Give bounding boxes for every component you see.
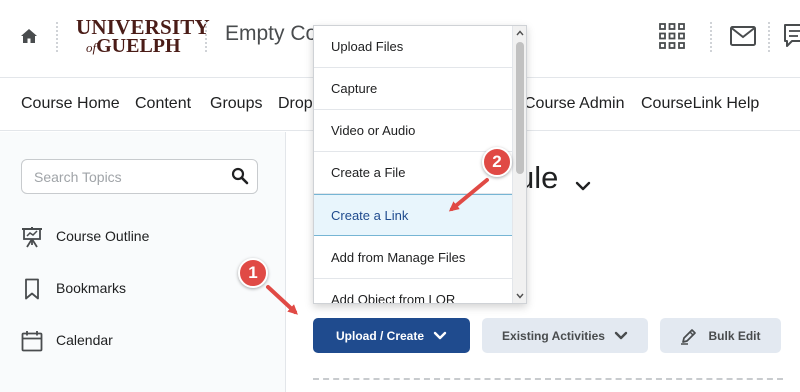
upload-create-label: Upload / Create bbox=[335, 328, 425, 343]
menu-scrollbar[interactable] bbox=[512, 26, 526, 303]
presentation-board-icon bbox=[22, 227, 42, 248]
calendar-icon bbox=[21, 331, 43, 352]
scroll-down-arrow-icon[interactable] bbox=[516, 293, 524, 299]
nav-item-groups[interactable]: Groups bbox=[210, 95, 262, 113]
app-grid-icon[interactable] bbox=[658, 22, 686, 50]
search-icon[interactable] bbox=[231, 167, 249, 185]
chat-icon[interactable] bbox=[782, 22, 800, 50]
header-divider bbox=[710, 22, 712, 52]
sidebar-item-label: Bookmarks bbox=[56, 280, 127, 296]
annotation-step-1: 1 bbox=[238, 258, 268, 288]
scroll-up-arrow-icon[interactable] bbox=[516, 30, 524, 36]
bulk-edit-button[interactable]: Bulk Edit bbox=[660, 318, 781, 353]
pencil-edit-icon bbox=[681, 328, 697, 345]
search-placeholder: Search Topics bbox=[34, 169, 122, 185]
existing-activities-label: Existing Activities bbox=[502, 328, 605, 343]
mail-icon[interactable] bbox=[729, 24, 757, 48]
bookmark-icon bbox=[25, 278, 39, 300]
bulk-edit-label: Bulk Edit bbox=[708, 328, 761, 343]
sidebar-item-label: Course Outline bbox=[56, 228, 150, 244]
nav-item-courselink-help[interactable]: CourseLink Help bbox=[641, 95, 759, 113]
annotation-step-2: 2 bbox=[482, 147, 512, 177]
course-title[interactable]: Empty Co bbox=[225, 22, 317, 46]
nav-item-course-home[interactable]: Course Home bbox=[21, 95, 120, 113]
sidebar-item-label: Calendar bbox=[56, 332, 113, 348]
upload-create-button[interactable]: Upload / Create bbox=[313, 318, 470, 353]
nav-item-course-admin[interactable]: Course Admin bbox=[524, 95, 625, 113]
search-topics-field[interactable]: Search Topics bbox=[21, 159, 258, 194]
menu-item-capture[interactable]: Capture bbox=[314, 68, 512, 110]
nav-item-content[interactable]: Content bbox=[135, 95, 191, 113]
logo-text-guelph-word: GUELPH bbox=[96, 35, 181, 57]
content-drop-zone[interactable] bbox=[313, 378, 783, 392]
chevron-down-icon bbox=[433, 331, 447, 339]
chevron-down-icon bbox=[614, 331, 628, 339]
nav-item-dropbox[interactable]: Drop bbox=[278, 95, 313, 113]
header-divider bbox=[768, 22, 770, 52]
university-logo[interactable]: UNIVERSITY ofGUELPH bbox=[76, 16, 210, 58]
header-divider bbox=[205, 22, 207, 52]
logo-text-guelph: ofGUELPH bbox=[86, 36, 181, 58]
header-divider bbox=[56, 22, 58, 52]
logo-text-of: of bbox=[86, 40, 97, 55]
menu-item-add-object-from-lor[interactable]: Add Object from LOR bbox=[314, 279, 512, 303]
chevron-down-icon[interactable] bbox=[575, 180, 591, 192]
menu-item-add-from-manage-files[interactable]: Add from Manage Files bbox=[314, 237, 512, 279]
menu-item-video-or-audio[interactable]: Video or Audio bbox=[314, 110, 512, 152]
scrollbar-thumb[interactable] bbox=[516, 42, 524, 174]
menu-item-create-a-link[interactable]: Create a Link bbox=[314, 194, 512, 236]
home-icon[interactable] bbox=[20, 27, 38, 45]
menu-item-upload-files[interactable]: Upload Files bbox=[314, 26, 512, 68]
existing-activities-button[interactable]: Existing Activities bbox=[482, 318, 648, 353]
